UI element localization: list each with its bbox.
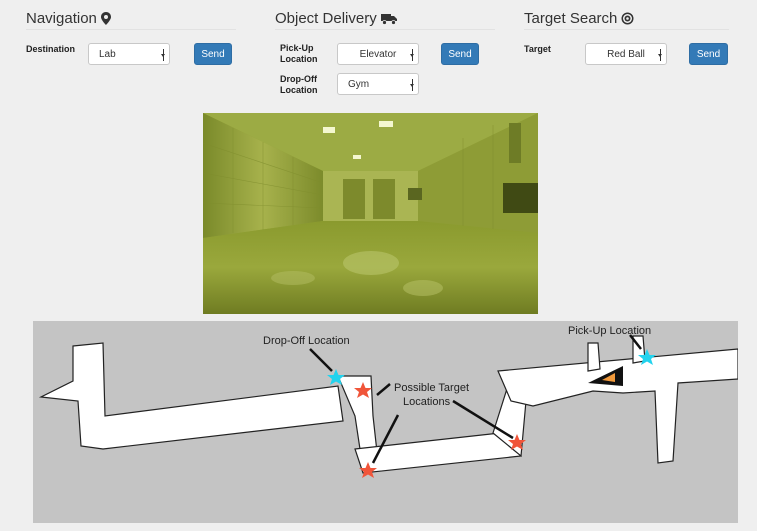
- delivery-send-button[interactable]: Send: [441, 43, 479, 65]
- pickup-annotation: Pick-Up Location: [568, 325, 651, 337]
- dropoff-annotation: Drop-Off Location: [263, 335, 350, 347]
- map-free-space: [38, 335, 739, 474]
- pickup-label-line2: Location: [280, 54, 318, 64]
- search-panel: Target Search Target Red Ball Send: [524, 0, 729, 100]
- chevron-down-icon: [410, 79, 414, 91]
- delivery-title-text: Object Delivery: [275, 10, 377, 27]
- map-marker-icon: [100, 12, 111, 25]
- delivery-panel: Object Delivery Pick-Up Location Elevato…: [275, 0, 495, 100]
- navigation-title-text: Navigation: [26, 10, 97, 27]
- destination-select[interactable]: Lab: [88, 43, 170, 65]
- search-title-text: Target Search: [524, 10, 618, 27]
- dropoff-label-line1: Drop-Off: [280, 74, 317, 84]
- pickup-value: Elevator: [359, 48, 397, 60]
- occupancy-map[interactable]: Drop-Off Location Pick-Up Location Possi…: [33, 321, 739, 523]
- target-select[interactable]: Red Ball: [585, 43, 667, 65]
- navigation-panel: Navigation Destination Lab Send: [26, 0, 236, 100]
- search-divider: [524, 29, 729, 30]
- map-canvas: Drop-Off Location Pick-Up Location Possi…: [38, 325, 739, 478]
- dropoff-label-line2: Location: [280, 85, 318, 95]
- truck-icon: [380, 13, 397, 25]
- hallway-camera-image: [203, 113, 538, 314]
- targets-annotation-line2: Locations: [403, 396, 451, 408]
- destination-value: Lab: [99, 48, 116, 60]
- search-title: Target Search: [524, 10, 634, 27]
- chevron-down-icon: [410, 49, 414, 61]
- chevron-down-icon: [161, 49, 165, 61]
- targets-annotation-line1: Possible Target: [394, 382, 469, 394]
- navigation-divider: [26, 29, 236, 30]
- delivery-title: Object Delivery: [275, 10, 397, 27]
- bullseye-icon: [621, 12, 634, 25]
- dropoff-label: Drop-Off Location: [280, 74, 318, 96]
- target-label: Target: [524, 44, 551, 54]
- dropoff-value: Gym: [348, 78, 370, 90]
- destination-label: Destination: [26, 44, 76, 54]
- camera-feed: [203, 113, 538, 314]
- navigation-send-button[interactable]: Send: [194, 43, 232, 65]
- chevron-down-icon: [658, 49, 662, 61]
- navigation-title: Navigation: [26, 10, 111, 27]
- search-send-button[interactable]: Send: [689, 43, 728, 65]
- pickup-select[interactable]: Elevator: [337, 43, 419, 65]
- dropoff-select[interactable]: Gym: [337, 73, 419, 95]
- target-value: Red Ball: [607, 48, 645, 60]
- pickup-label: Pick-Up Location: [280, 43, 318, 65]
- pickup-label-line1: Pick-Up: [280, 43, 314, 53]
- delivery-divider: [275, 29, 495, 30]
